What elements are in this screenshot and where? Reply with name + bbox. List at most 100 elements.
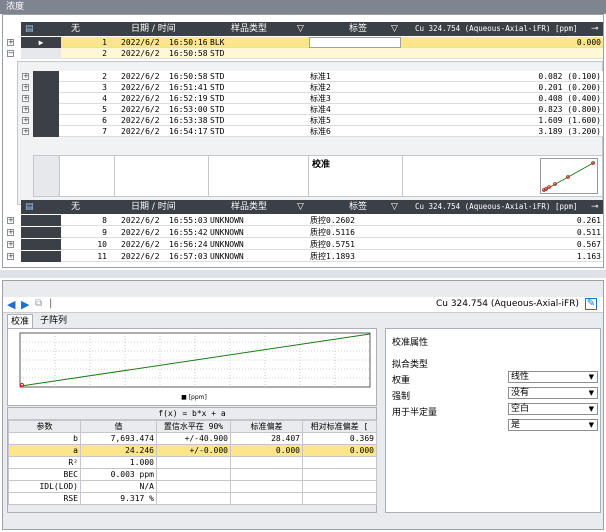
row-number: 4 [102, 94, 107, 103]
row-selector[interactable] [21, 215, 61, 226]
expand-icon[interactable]: + [22, 106, 29, 113]
row-date: 2022/6/2 [121, 72, 160, 81]
col-analyte-header[interactable]: Cu 324.754 (Aqueous-Axial-iFR) [ppm] [415, 200, 578, 214]
col-datetime-header[interactable]: 日期 / 时间 [131, 22, 176, 36]
table-row[interactable]: b 7,693.474 +/-40.900 28.407 0.369 [8, 432, 377, 445]
table-row[interactable]: 10 2022/6/2 16:56:24 UNKNOWN 质控0.5751 0.… [21, 239, 603, 250]
details-panel: ◀ ▶ ⧉ | Cu 324.754 (Aqueous-Axial-iFR) ✎… [2, 280, 604, 530]
col-sd: 标准偏差 [230, 420, 303, 433]
table-row[interactable]: a 24.246 +/-0.000 0.000 0.000 [8, 444, 377, 457]
col-none-header[interactable]: 无 [71, 200, 80, 214]
row-value: 0.082 (0.100) [538, 72, 601, 81]
calibration-thumbnail[interactable] [540, 158, 598, 194]
col-label-header[interactable]: 标签 [349, 22, 367, 36]
expand-icon[interactable]: + [22, 73, 29, 80]
row-selector[interactable] [33, 104, 59, 115]
row-date: 2022/6/2 [121, 116, 160, 125]
table-row[interactable]: 6 2022/6/2 16:53:38 STD 标准5 1.609 (1.600… [33, 115, 603, 126]
row-selector[interactable] [33, 126, 59, 137]
table-row[interactable]: BEC 0.003 ppm [8, 468, 377, 481]
detail-analyte: Cu 324.754 (Aqueous-Axial-iFR) [435, 299, 579, 309]
copy-icon[interactable]: ⧉ [35, 298, 42, 309]
edit-icon[interactable]: ✎ [585, 298, 597, 310]
tab-calibration[interactable]: 校准 [7, 314, 34, 328]
filter-icon[interactable]: ▽ [297, 22, 304, 36]
force-label: 强制 [392, 392, 411, 402]
expand-icon[interactable]: + [7, 229, 14, 236]
col-label-header[interactable]: 标签 [349, 200, 367, 214]
filter-icon[interactable]: ▽ [391, 200, 398, 214]
expand-icon[interactable]: + [22, 95, 29, 102]
row-label: 标准6 [310, 127, 331, 136]
row-selector[interactable] [21, 227, 61, 238]
filter-icon[interactable]: ▽ [391, 22, 398, 36]
col-datetime-header[interactable]: 日期 / 时间 [131, 200, 176, 214]
filter-icon[interactable]: ▽ [297, 200, 304, 214]
row-time: 16:57:03 [169, 252, 208, 261]
grid-settings-icon[interactable]: ▤ [25, 22, 34, 36]
expand-icon[interactable]: + [22, 84, 29, 91]
col-sample-type-header[interactable]: 样品类型 [231, 22, 267, 36]
table-row[interactable]: RSE 9.317 % [8, 492, 377, 505]
grid-settings-icon[interactable]: ▤ [25, 200, 34, 214]
table-row[interactable]: 8 2022/6/2 16:55:03 UNKNOWN 质控0.2602 0.2… [21, 215, 603, 226]
row-selector[interactable] [21, 251, 61, 262]
row-selector-icon[interactable]: ▶ [21, 37, 61, 48]
table-row[interactable]: 2 2022/6/2 16:50:58 STD 标准1 0.082 (0.100… [33, 71, 603, 82]
row-selector[interactable] [33, 115, 59, 126]
table-row[interactable]: R² 1.000 [8, 456, 377, 469]
col-none-header[interactable]: 无 [71, 22, 80, 36]
semiquant-select[interactable]: 是 ▼ [508, 419, 598, 431]
table-row[interactable]: ▶ 1 2022/6/2 16:50:16 BLK 0.000 [21, 37, 603, 48]
row-sample-type: STD [210, 116, 225, 125]
expand-icon[interactable]: + [7, 241, 14, 248]
expand-icon[interactable]: + [7, 253, 14, 260]
results-grid: ▤ 无 日期 / 时间 样品类型 ▽ 标签 ▽ Cu 324.754 (Aque… [2, 14, 604, 268]
table-header-row: 参数 值 置信水平在 90% 标准偏差 相对标准偏差 [ [8, 420, 377, 433]
row-sample-type: UNKNOWN [210, 252, 244, 261]
pin-icon[interactable]: ⊸ [591, 200, 599, 214]
next-icon[interactable]: ▶ [21, 298, 29, 311]
row-selector[interactable] [33, 93, 59, 104]
row-time: 16:55:42 [169, 228, 208, 237]
table-row[interactable]: 4 2022/6/2 16:52:19 STD 标准3 0.408 (0.400… [33, 93, 603, 104]
separator: | [49, 298, 53, 309]
row-sample-type: STD [210, 49, 225, 58]
row-number: 2 [102, 72, 107, 81]
row-number: 1 [102, 38, 107, 47]
collapse-icon[interactable]: − [7, 50, 14, 57]
expand-icon[interactable]: + [7, 39, 14, 46]
tab-subarray[interactable]: 子阵列 [37, 314, 70, 328]
expand-icon[interactable]: + [7, 217, 14, 224]
row-label-input[interactable] [309, 37, 401, 48]
fit-type-label: 拟合类型 [392, 360, 429, 370]
row-selector[interactable] [21, 48, 61, 59]
row-selector[interactable] [34, 156, 60, 196]
table-row[interactable]: 7 2022/6/2 16:54:17 STD 标准6 3.189 (3.200… [33, 126, 603, 137]
table-row[interactable]: IDL(LOD) N/A [8, 480, 377, 493]
col-analyte-header[interactable]: Cu 324.754 (Aqueous-Axial-iFR) [ppm] [415, 22, 578, 36]
calibration-curve-plot[interactable]: ■ [ppm] [8, 329, 376, 405]
table-row[interactable]: 5 2022/6/2 16:53:00 STD 标准4 0.823 (0.800… [33, 104, 603, 115]
calibration-row[interactable]: 校准 [33, 155, 603, 197]
weight-row: 权重 没有 ▼ [392, 375, 598, 399]
details-toolbar: ◀ ▶ ⧉ | Cu 324.754 (Aqueous-Axial-iFR) ✎ [3, 297, 603, 313]
table-row[interactable]: 9 2022/6/2 16:55:42 UNKNOWN 质控0.5116 0.5… [21, 227, 603, 238]
table-row[interactable]: 2 2022/6/2 16:50:58 STD [21, 48, 603, 59]
row-sample-type: STD [210, 72, 225, 81]
row-label: 标准3 [310, 94, 331, 103]
expand-icon[interactable]: + [22, 128, 29, 135]
table-row[interactable]: 11 2022/6/2 16:57:03 UNKNOWN 质控1.1893 1.… [21, 251, 603, 262]
splitter[interactable] [0, 270, 606, 278]
row-selector[interactable] [33, 71, 59, 82]
row-label: 质控0.5751 [310, 240, 355, 249]
row-label: 标准1 [310, 72, 331, 81]
table-row[interactable]: 3 2022/6/2 16:51:41 STD 标准2 0.201 (0.200… [33, 82, 603, 93]
pin-icon[interactable]: ⊸ [591, 22, 599, 36]
previous-icon[interactable]: ◀ [7, 298, 15, 311]
row-number: 3 [102, 83, 107, 92]
col-sample-type-header[interactable]: 样品类型 [231, 200, 267, 214]
expand-icon[interactable]: + [22, 117, 29, 124]
row-selector[interactable] [33, 82, 59, 93]
row-selector[interactable] [21, 239, 61, 250]
